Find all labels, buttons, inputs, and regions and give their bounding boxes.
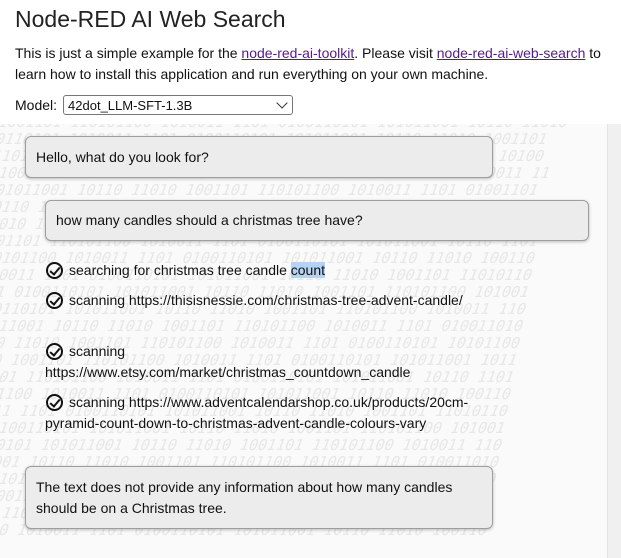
model-select[interactable]: 42dot_LLM-SFT-1.3B <box>63 95 294 115</box>
model-row: Model: 42dot_LLM-SFT-1.3B <box>15 95 294 115</box>
search-step: searching for christmas tree candle coun… <box>45 260 465 281</box>
step-text: scanning https://www.adventcalendarshop.… <box>45 394 469 431</box>
chevron-down-icon <box>276 97 288 109</box>
scan-step: scanning https://www.etsy.com/market/chr… <box>45 341 425 383</box>
chat-scrollbar[interactable] <box>607 124 621 558</box>
check-circle-icon <box>46 343 63 360</box>
step-text: searching for christmas tree candle <box>69 262 291 278</box>
user-query-bubble: how many candles should a christmas tree… <box>45 200 589 241</box>
step-text: scanning https://www.etsy.com/market/chr… <box>45 343 411 380</box>
scan-step: scanning https://thisisnessie.com/christ… <box>45 290 465 311</box>
app-page: Node-RED AI Web Search This is just a si… <box>0 0 621 558</box>
scan-step: scanning https://www.adventcalendarshop.… <box>45 392 475 434</box>
link-web-search[interactable]: node-red-ai-web-search <box>437 45 586 61</box>
model-label: Model: <box>15 97 58 113</box>
check-circle-icon <box>46 394 63 411</box>
intro-text-2: . Please visit <box>354 45 437 61</box>
page-title: Node-RED AI Web Search <box>15 6 286 32</box>
assistant-answer-bubble: The text does not provide any informatio… <box>25 466 493 529</box>
intro-text-1: This is just a simple example for the <box>15 45 242 61</box>
step-text: scanning https://thisisnessie.com/christ… <box>69 292 463 308</box>
check-circle-icon <box>46 262 63 279</box>
selected-text: count <box>290 262 326 278</box>
model-select-value: 42dot_LLM-SFT-1.3B <box>68 97 193 113</box>
assistant-greeting-bubble: Hello, what do you look for? <box>25 136 493 178</box>
intro-paragraph: This is just a simple example for the no… <box>15 43 617 85</box>
link-toolkit[interactable]: node-red-ai-toolkit <box>241 45 354 61</box>
chat-panel[interactable]: 1001101 110101100 1010011 1101 010011010… <box>0 124 621 558</box>
check-circle-icon <box>46 292 63 309</box>
